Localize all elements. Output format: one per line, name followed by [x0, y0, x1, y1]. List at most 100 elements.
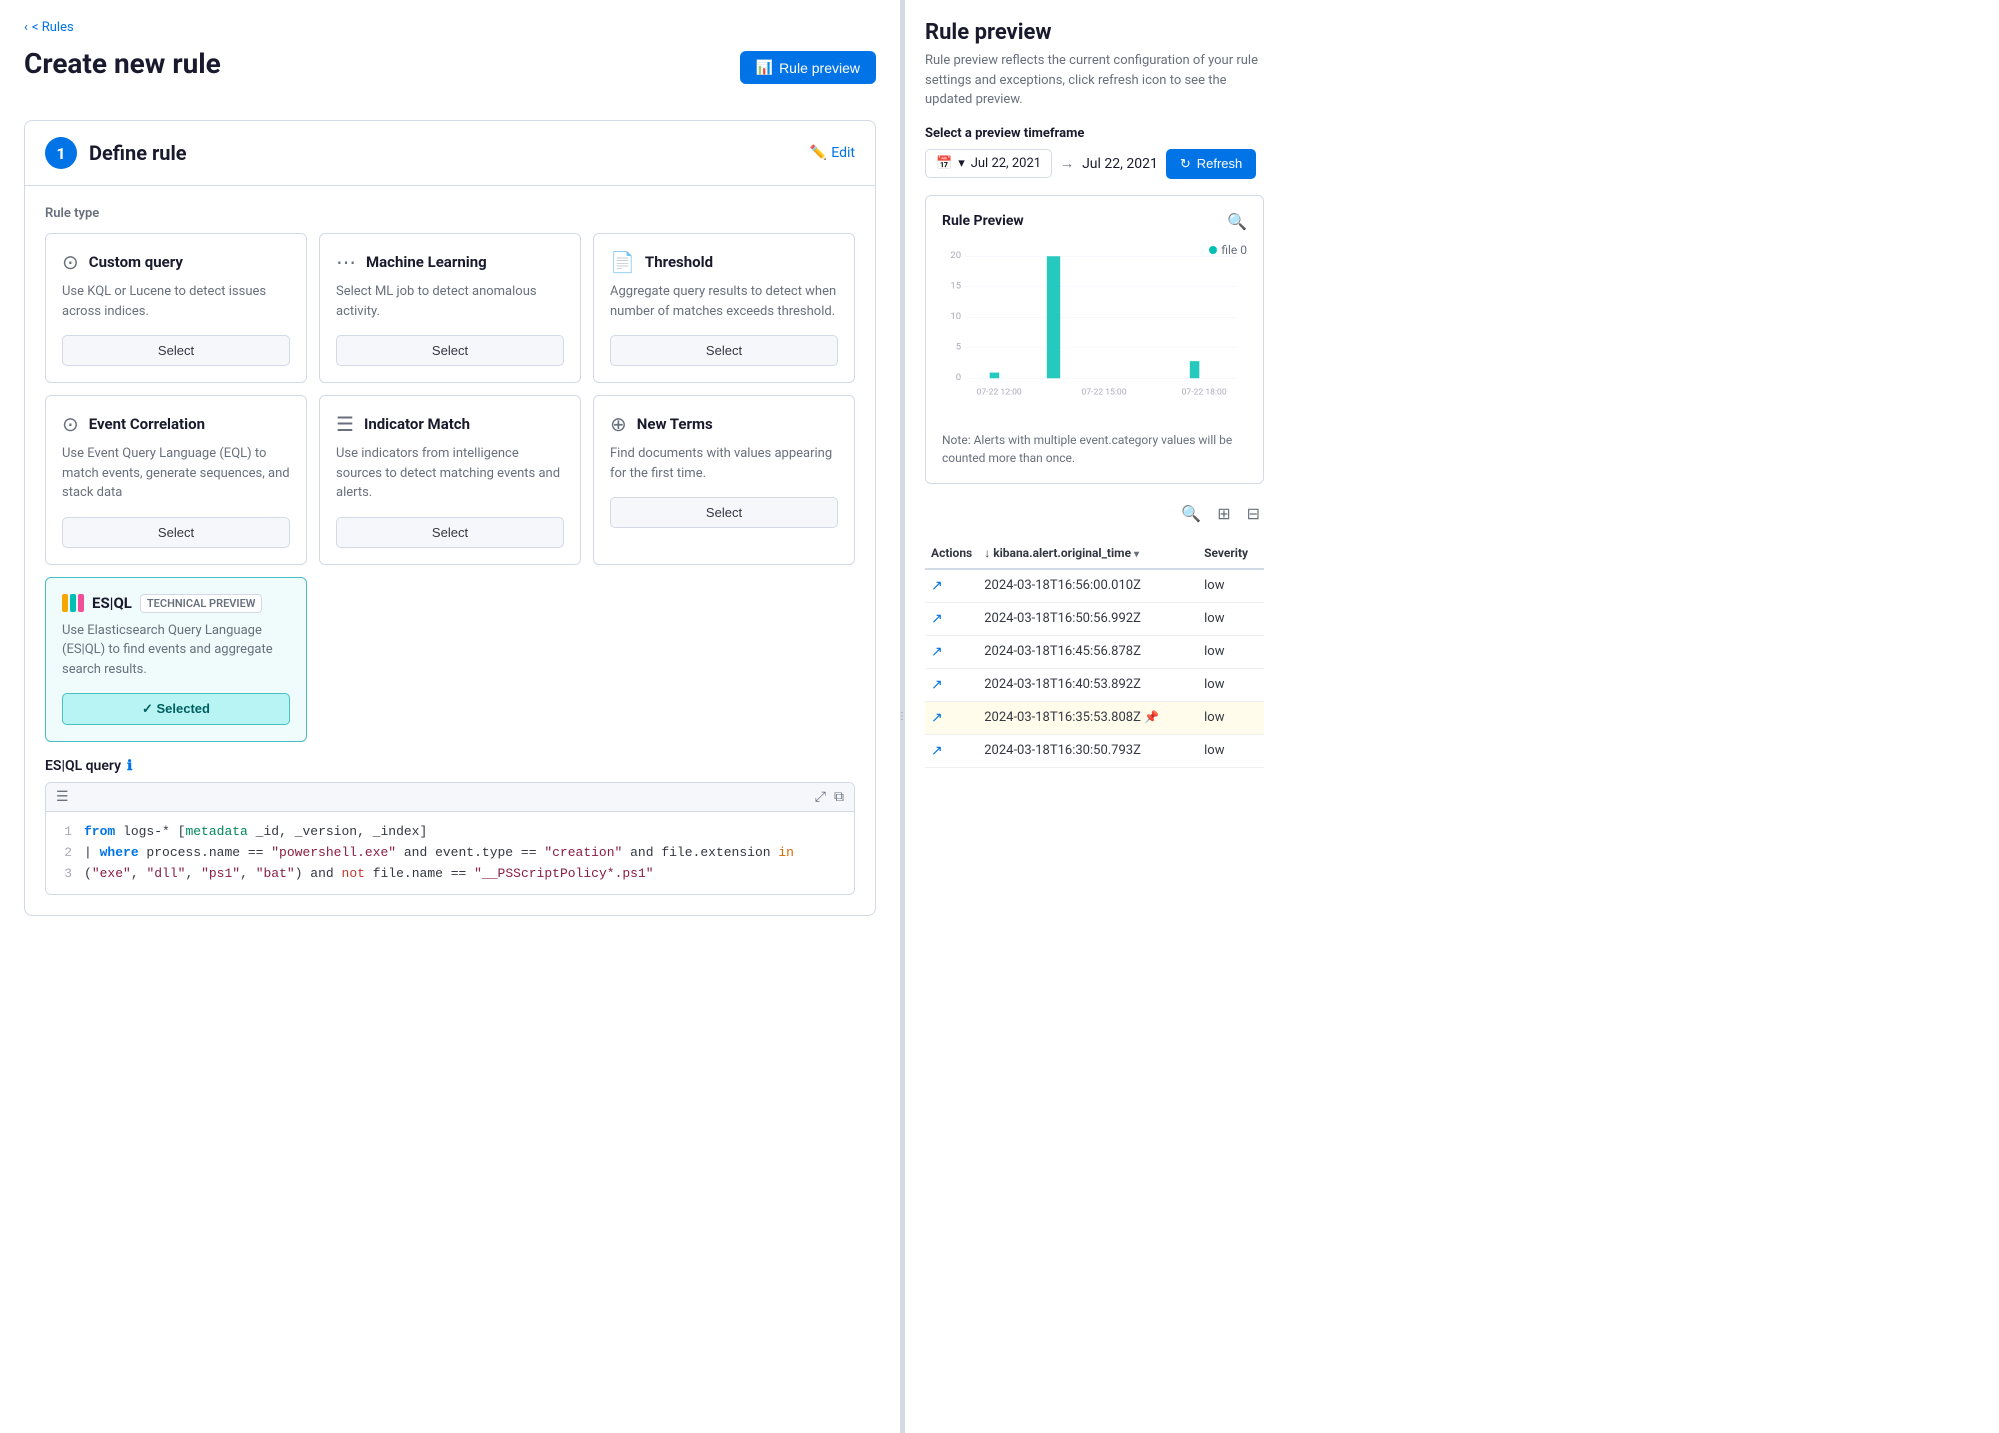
- ml-select-button[interactable]: Select: [336, 335, 564, 366]
- event-correlation-title: Event Correlation: [89, 415, 205, 433]
- section-header-left: 1 Define rule: [45, 137, 187, 169]
- esql-desc: Use Elasticsearch Query Language (ES|QL)…: [62, 621, 290, 680]
- code-body: 1 from logs-* [metadata _id, _version, _…: [46, 812, 854, 894]
- code-text-3: ("exe", "dll", "ps1", "bat") and not fil…: [84, 864, 654, 885]
- svg-text:10: 10: [950, 311, 961, 322]
- ml-desc: Select ML job to detect anomalous activi…: [336, 282, 564, 321]
- breadcrumb-label: < Rules: [32, 20, 74, 35]
- indicator-match-select-button[interactable]: Select: [336, 517, 564, 548]
- date-picker[interactable]: 📅 ▾ Jul 22, 2021: [925, 149, 1052, 178]
- new-terms-icon: ⊕: [610, 412, 627, 436]
- alert-time: 2024-03-18T16:45:56.878Z: [978, 635, 1198, 668]
- legend-label: file 0: [1221, 243, 1247, 257]
- event-correlation-desc: Use Event Query Language (EQL) to match …: [62, 444, 290, 503]
- threshold-title: Threshold: [645, 253, 713, 271]
- table-row: ↗ 2024-03-18T16:45:56.878Z low: [925, 635, 1264, 668]
- svg-text:07-22 18:00: 07-22 18:00: [1182, 387, 1227, 397]
- menu-icon: ☰: [56, 789, 69, 805]
- table-row: ↗ 2024-03-18T16:40:53.892Z low: [925, 668, 1264, 701]
- copy-icon[interactable]: ⧉: [834, 789, 844, 805]
- breadcrumb-arrow-icon: ‹: [24, 20, 28, 35]
- expand-icon[interactable]: ↗: [931, 743, 943, 759]
- line-num-1: 1: [56, 822, 72, 843]
- expand-cell: ↗: [925, 635, 978, 668]
- refresh-button[interactable]: ↻ Refresh: [1166, 149, 1256, 179]
- rule-card-event-correlation[interactable]: ⊙ Event Correlation Use Event Query Lang…: [45, 395, 307, 565]
- rule-card-machine-learning[interactable]: ⋯ Machine Learning Select ML job to dete…: [319, 233, 581, 383]
- col-time[interactable]: ↓ kibana.alert.original_time ▾: [978, 538, 1198, 569]
- new-terms-select-button[interactable]: Select: [610, 497, 838, 528]
- threshold-icon: 📄: [610, 250, 635, 274]
- timeframe-row: 📅 ▾ Jul 22, 2021 → Jul 22, 2021 ↻ Refres…: [925, 149, 1264, 179]
- pin-icon: 📌: [1144, 710, 1159, 724]
- alert-severity: low: [1198, 602, 1264, 635]
- table-header-row: Actions ↓ kibana.alert.original_time ▾ S…: [925, 538, 1264, 569]
- define-rule-section: 1 Define rule ✏️ Edit Rule type ⊙ Custom…: [24, 120, 876, 916]
- rule-card-header: ⋯ Machine Learning: [336, 250, 564, 274]
- chart-section: Rule Preview 🔍 file 0 20 15 10 5 0: [925, 195, 1264, 484]
- refresh-label: Refresh: [1197, 156, 1243, 171]
- esql-stripe-red: [78, 594, 84, 612]
- expand-icon[interactable]: ↗: [931, 677, 943, 693]
- esql-selected-button[interactable]: ✓ Selected: [62, 693, 290, 725]
- chart-area: file 0 20 15 10 5 0: [942, 243, 1247, 423]
- page-title: Create new rule: [24, 47, 221, 80]
- expand-icon[interactable]: ↗: [931, 644, 943, 660]
- esql-logo: [62, 594, 84, 612]
- rule-card-header: ⊙ Event Correlation: [62, 412, 290, 436]
- rule-card-esql[interactable]: ES|QL TECHNICAL PREVIEW Use Elasticsearc…: [45, 577, 307, 743]
- custom-query-select-button[interactable]: Select: [62, 335, 290, 366]
- calendar-icon: 📅: [936, 156, 952, 171]
- code-editor[interactable]: ☰ ⤢ ⧉ 1 from logs-* [metadata _id, _vers…: [45, 782, 855, 895]
- expand-icon[interactable]: ↗: [931, 710, 943, 726]
- maximize-icon[interactable]: ⤢: [815, 789, 826, 805]
- indicator-match-icon: ☰: [336, 412, 354, 436]
- line-num-2: 2: [56, 843, 72, 864]
- table-zoom-button[interactable]: 🔍: [1177, 500, 1205, 528]
- esql-title: ES|QL: [92, 594, 132, 612]
- code-line-1: 1 from logs-* [metadata _id, _version, _…: [56, 822, 844, 843]
- esql-query-section: ES|QL query ℹ ☰ ⤢ ⧉ 1: [45, 758, 855, 895]
- date-from: Jul 22, 2021: [971, 156, 1041, 171]
- table-row: ↗ 2024-03-18T16:56:00.010Z low: [925, 569, 1264, 603]
- table-grid-button[interactable]: ⊞: [1213, 500, 1234, 528]
- tech-preview-badge: TECHNICAL PREVIEW: [140, 594, 263, 613]
- section-header: 1 Define rule ✏️ Edit: [25, 121, 875, 186]
- expand-icon[interactable]: ↗: [931, 578, 943, 594]
- edit-link[interactable]: ✏️ Edit: [810, 145, 855, 161]
- chart-title-row: Rule Preview 🔍: [942, 212, 1247, 231]
- table-row-highlighted: ↗ 2024-03-18T16:35:53.808Z 📌 low: [925, 701, 1264, 734]
- expand-cell: ↗: [925, 701, 978, 734]
- breadcrumb[interactable]: ‹ < Rules: [24, 20, 876, 35]
- rule-card-header: 📄 Threshold: [610, 250, 838, 274]
- rule-card-indicator-match[interactable]: ☰ Indicator Match Use indicators from in…: [319, 395, 581, 565]
- rule-card-new-terms[interactable]: ⊕ New Terms Find documents with values a…: [593, 395, 855, 565]
- expand-cell: ↗: [925, 602, 978, 635]
- line-num-3: 3: [56, 864, 72, 885]
- zoom-icon[interactable]: 🔍: [1227, 212, 1247, 231]
- edit-pencil-icon: ✏️: [810, 145, 827, 161]
- alert-severity: low: [1198, 668, 1264, 701]
- rule-preview-button[interactable]: 📊 Rule preview: [740, 51, 876, 84]
- alert-severity: low: [1198, 701, 1264, 734]
- esql-stripe-blue: [70, 594, 76, 612]
- alert-time: 2024-03-18T16:35:53.808Z 📌: [978, 701, 1198, 734]
- rule-card-header: ☰ Indicator Match: [336, 412, 564, 436]
- ml-icon: ⋯: [336, 250, 356, 274]
- rule-card-threshold[interactable]: 📄 Threshold Aggregate query results to d…: [593, 233, 855, 383]
- threshold-select-button[interactable]: Select: [610, 335, 838, 366]
- table-columns-button[interactable]: ⊟: [1243, 500, 1264, 528]
- chart-title: Rule Preview: [942, 213, 1024, 229]
- expand-icon[interactable]: ↗: [931, 611, 943, 627]
- rule-card-custom-query[interactable]: ⊙ Custom query Use KQL or Lucene to dete…: [45, 233, 307, 383]
- chart-legend: file 0: [1209, 243, 1247, 257]
- table-row: ↗ 2024-03-18T16:50:56.992Z low: [925, 602, 1264, 635]
- code-line-3: 3 ("exe", "dll", "ps1", "bat") and not f…: [56, 864, 844, 885]
- ml-title: Machine Learning: [366, 253, 487, 271]
- alert-severity: low: [1198, 734, 1264, 767]
- indicator-match-desc: Use indicators from intelligence sources…: [336, 444, 564, 503]
- new-terms-desc: Find documents with values appearing for…: [610, 444, 838, 483]
- event-correlation-select-button[interactable]: Select: [62, 517, 290, 548]
- svg-text:15: 15: [950, 280, 961, 291]
- col-severity: Severity: [1198, 538, 1264, 569]
